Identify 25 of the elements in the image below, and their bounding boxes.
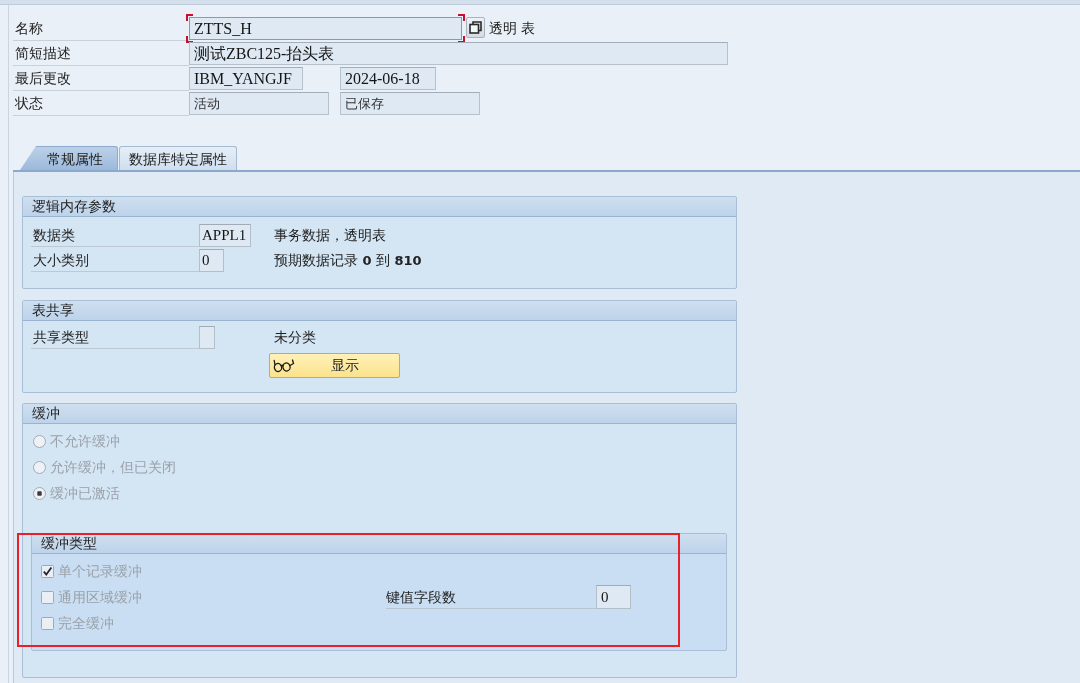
group-title: 缓冲 (32, 404, 60, 423)
field-label: 键值字段数 (386, 585, 596, 609)
input-field[interactable]: IBM_YANGJF (189, 67, 303, 90)
input-field[interactable]: ZTTS_H (189, 17, 462, 40)
description-text: 预期数据记录 0 到 810 (274, 251, 422, 270)
tab[interactable]: 常规属性 (20, 146, 118, 170)
display-button[interactable]: 显示 (269, 353, 400, 378)
input-field[interactable]: 活动 (189, 92, 329, 115)
copy-icon (469, 21, 482, 34)
input-field[interactable]: 0 (199, 249, 224, 272)
input-field[interactable]: 2024-06-18 (340, 67, 436, 90)
group-title: 缓冲类型 (41, 534, 97, 553)
tab[interactable]: 数据库特定属性 (119, 146, 237, 170)
input-field[interactable] (199, 326, 215, 349)
table-type-text: 透明 表 (489, 19, 536, 38)
input-field[interactable]: APPL1 (199, 224, 251, 247)
group-title: 表共享 (32, 301, 74, 320)
input-field[interactable]: 0 (596, 585, 631, 609)
description-text: 未分类 (274, 328, 316, 347)
description-text: 事务数据，透明表 (274, 226, 386, 245)
group-title: 逻辑内存参数 (32, 197, 116, 216)
glasses-icon (273, 358, 295, 373)
copy-button[interactable] (466, 17, 485, 38)
input-field[interactable]: 测试ZBC125-抬头表 (189, 42, 728, 65)
input-field[interactable]: 已保存 (340, 92, 480, 115)
